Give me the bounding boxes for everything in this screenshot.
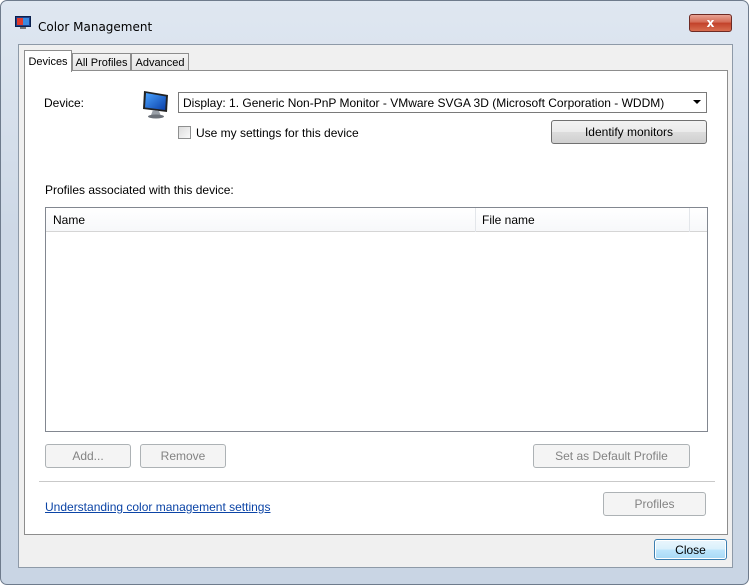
use-my-settings-checkbox[interactable] [178, 126, 191, 139]
identify-monitors-label: Identify monitors [584, 125, 674, 139]
add-profile-button[interactable]: Add... [45, 444, 131, 468]
color-management-icon [15, 16, 31, 29]
column-header-file-name[interactable]: File name [475, 208, 689, 232]
devices-tab-panel: Device: Display: 1. Generic Non-PnP Moni… [24, 70, 728, 535]
tab-advanced-label: Advanced [135, 56, 185, 69]
set-default-profile-button[interactable]: Set as Default Profile [533, 444, 690, 468]
set-default-profile-label: Set as Default Profile [555, 449, 668, 463]
window-close-button[interactable]: x [689, 14, 732, 32]
remove-profile-label: Remove [160, 449, 206, 463]
color-management-window: Color Management x Devices All Profiles … [0, 0, 749, 585]
profiles-button[interactable]: Profiles [603, 492, 706, 516]
column-header-file-name-label: File name [482, 213, 535, 227]
use-my-settings-label[interactable]: Use my settings for this device [196, 126, 359, 140]
tab-devices-label: Devices [28, 55, 68, 68]
close-icon: x [706, 16, 715, 30]
column-header-name[interactable]: Name [46, 208, 475, 232]
window-title: Color Management [38, 20, 153, 34]
section-divider [39, 481, 715, 482]
tab-devices[interactable]: Devices [24, 50, 72, 72]
tab-advanced[interactable]: Advanced [131, 53, 189, 71]
profiles-list-header: Name File name [46, 208, 707, 232]
device-select[interactable]: Display: 1. Generic Non-PnP Monitor - VM… [178, 92, 707, 113]
tab-all-profiles-label: All Profiles [75, 56, 128, 69]
device-label: Device: [44, 96, 85, 110]
column-header-name-label: Name [53, 213, 86, 227]
profiles-list[interactable]: Name File name [45, 207, 708, 432]
device-select-value: Display: 1. Generic Non-PnP Monitor - VM… [183, 96, 665, 110]
monitor-icon [143, 91, 168, 119]
close-button[interactable]: Close [654, 539, 727, 560]
identify-monitors-button[interactable]: Identify monitors [551, 120, 707, 144]
profiles-associated-label: Profiles associated with this device: [45, 183, 234, 197]
add-profile-label: Add... [72, 449, 104, 463]
dropdown-arrow-icon [693, 100, 701, 104]
understanding-color-management-link[interactable]: Understanding color management settings [45, 500, 270, 514]
remove-profile-button[interactable]: Remove [140, 444, 226, 468]
column-separator[interactable] [689, 208, 690, 232]
close-button-label: Close [675, 542, 706, 557]
profiles-button-label: Profiles [634, 497, 675, 511]
tab-all-profiles[interactable]: All Profiles [72, 53, 131, 71]
title-bar[interactable]: Color Management x [1, 1, 748, 34]
dialog-client-area: Devices All Profiles Advanced Device: Di… [18, 44, 733, 568]
